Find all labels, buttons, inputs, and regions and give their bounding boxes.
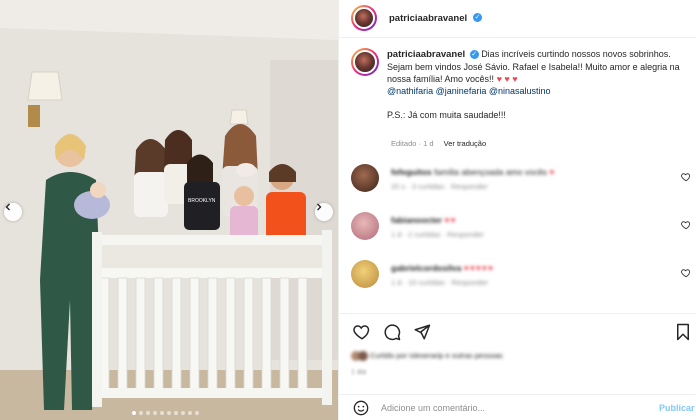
share-paper-plane-icon[interactable] — [413, 323, 431, 341]
carousel-indicator — [132, 411, 199, 415]
carousel-dot — [174, 411, 178, 415]
like-comment-heart-icon[interactable] — [681, 172, 691, 182]
comment-text: gabrielcordosilva ♥♥♥♥♥ — [391, 263, 494, 273]
previous-photo-button[interactable] — [4, 203, 22, 221]
emoji-icon[interactable] — [353, 400, 369, 416]
comment-meta: 20 s · 3 curtidas · Responder — [391, 182, 488, 191]
carousel-dot — [181, 411, 185, 415]
verified-badge-icon: ✓ — [473, 13, 482, 22]
see-translation-link[interactable]: Ver tradução — [444, 139, 487, 148]
post-header: patriciaabravanel ✓ — [339, 0, 696, 38]
carousel-dot — [139, 411, 143, 415]
comment-item: fefeguitos família abençoada amo vocês ♥… — [351, 164, 696, 204]
caption-username[interactable]: patriciaabravanel — [387, 49, 465, 60]
caption-ps: P.S.: Já com muita saudade!!! — [387, 110, 506, 120]
like-comment-heart-icon[interactable] — [681, 268, 691, 278]
carousel-dot — [195, 411, 199, 415]
chevron-left-icon — [5, 203, 10, 211]
comment-text: fefeguitos família abençoada amo vocês ♥ — [391, 167, 556, 177]
caption-meta: Editado · 1 d Ver tradução — [391, 139, 486, 148]
comment-avatar[interactable] — [351, 260, 379, 288]
post-date: 1 dia — [351, 369, 367, 376]
carousel-dot — [153, 411, 157, 415]
likes-summary[interactable]: Curtido por isleserarip e outras pessoas — [351, 351, 503, 362]
chevron-right-icon — [317, 203, 322, 211]
caption-author-avatar[interactable] — [351, 48, 379, 76]
add-comment-bar: Publicar — [339, 394, 696, 420]
carousel-dot — [160, 411, 164, 415]
svg-text:BROOKLYN: BROOKLYN — [188, 198, 216, 204]
verified-badge-icon: ✓ — [469, 50, 479, 60]
comment-item: gabrielcordosilva ♥♥♥♥♥ 1 d · 10 curtida… — [351, 260, 696, 300]
likes-text: Curtido por isleserarip e outras pessoas — [370, 351, 503, 360]
comment-text: fabianoocter ♥♥ — [391, 215, 457, 225]
post-side-panel: patriciaabravanel ✓ patriciaabravanel ✓ … — [338, 0, 696, 420]
author-username[interactable]: patriciaabravanel — [389, 13, 467, 24]
like-comment-heart-icon[interactable] — [681, 220, 691, 230]
comment-item: fabianoocter ♥♥ 1 d · 2 curtidas · Respo… — [351, 212, 696, 252]
caption-hearts: ♥ ♥ ♥ — [496, 74, 518, 84]
carousel-dot — [132, 411, 136, 415]
comment-avatar[interactable] — [351, 212, 379, 240]
comment-bubble-icon[interactable] — [383, 323, 401, 341]
post-actions — [339, 313, 696, 348]
like-heart-icon[interactable] — [353, 323, 371, 341]
next-photo-button[interactable] — [315, 203, 333, 221]
comment-avatar[interactable] — [351, 164, 379, 192]
caption-text: patriciaabravanel ✓ Dias incríveis curti… — [387, 48, 687, 121]
carousel-dot — [167, 411, 171, 415]
author-avatar[interactable] — [351, 5, 377, 31]
caption-mentions[interactable]: @nathifaria @janinefaria @ninasalustino — [387, 86, 551, 96]
comment-meta: 1 d · 10 curtidas · Responder — [391, 278, 489, 287]
post-photo: BROOKLYN — [0, 0, 338, 420]
carousel-dot — [188, 411, 192, 415]
publish-button[interactable]: Publicar — [659, 403, 695, 413]
family-photo-illustration: BROOKLYN — [0, 0, 338, 420]
carousel-dot — [146, 411, 150, 415]
liker-avatar — [358, 351, 368, 362]
comment-input[interactable] — [381, 400, 631, 416]
comment-meta: 1 d · 2 curtidas · Responder — [391, 230, 484, 239]
edited-label: Editado · 1 d — [391, 139, 434, 148]
save-bookmark-icon[interactable] — [675, 323, 691, 341]
